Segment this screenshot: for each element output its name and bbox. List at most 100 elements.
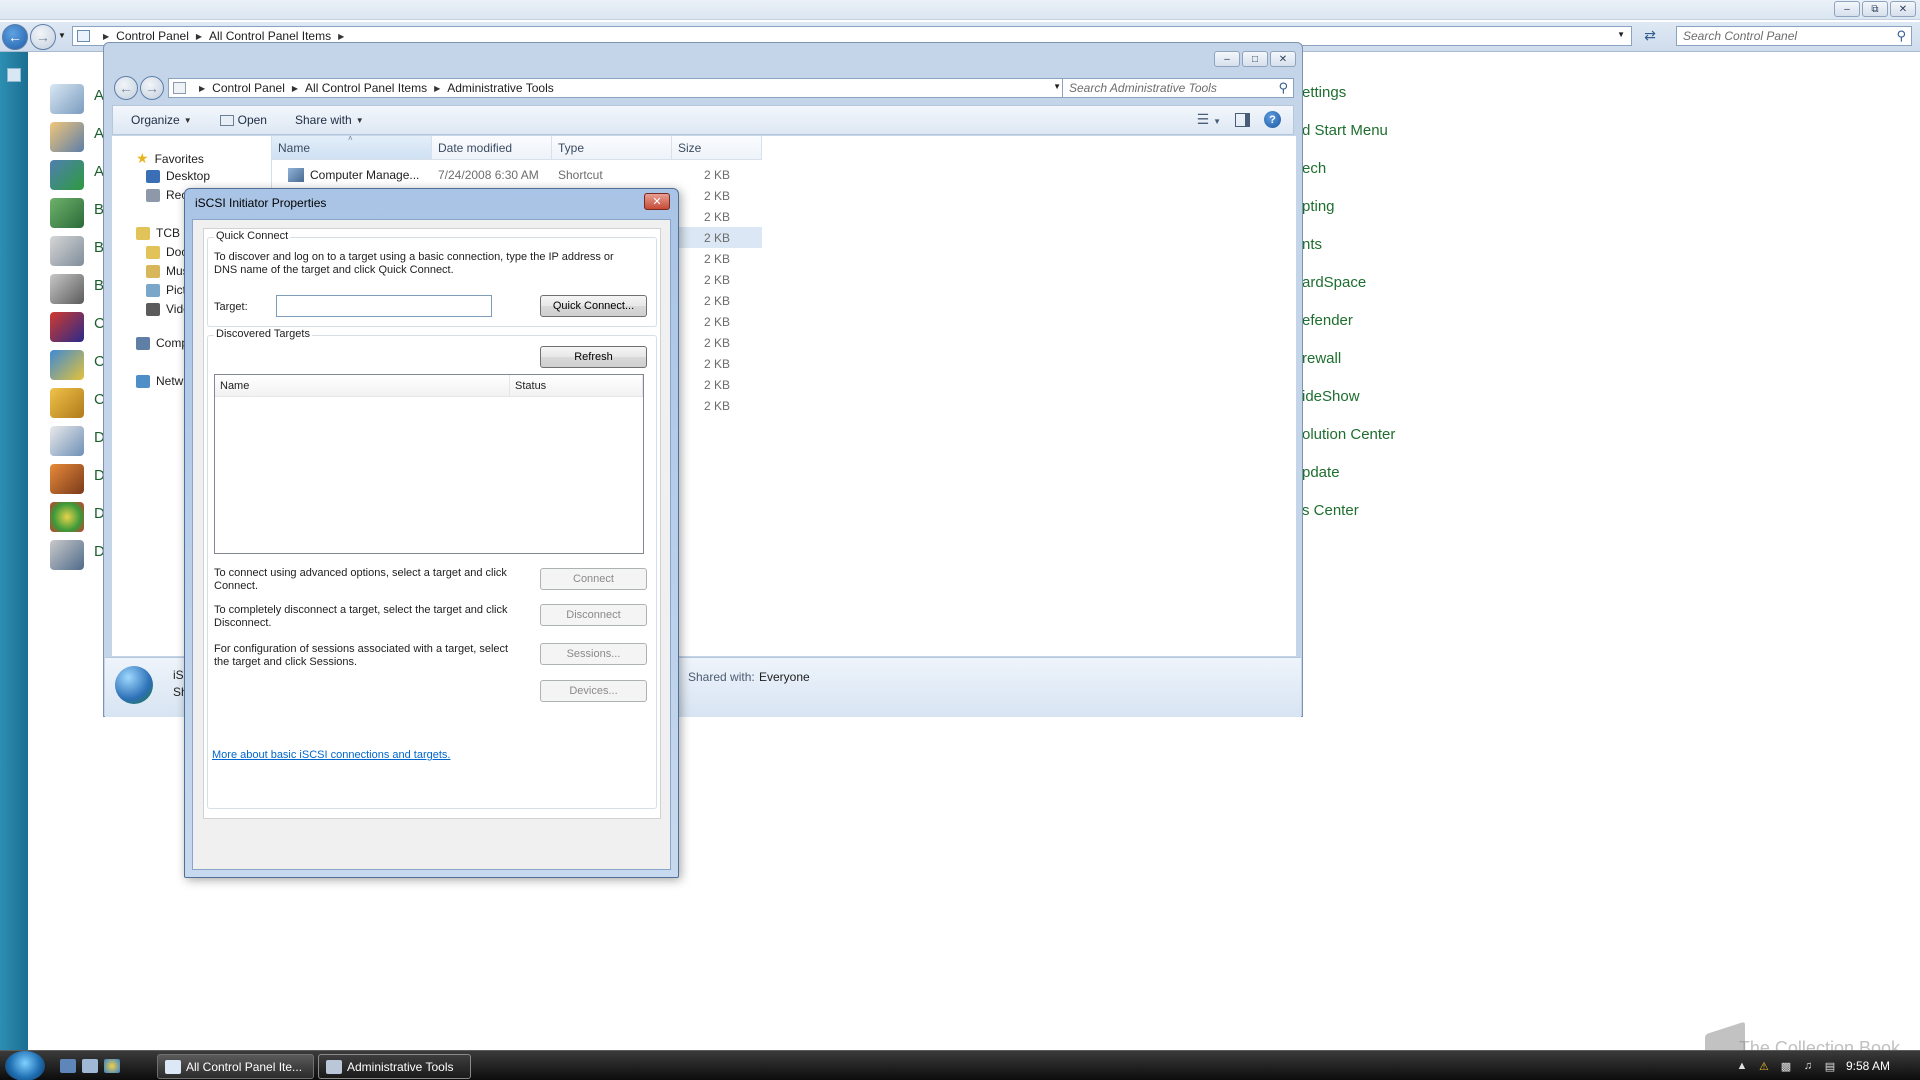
more-about-iscsi-link[interactable]: More about basic iSCSI connections and t… — [212, 749, 450, 761]
column-header-name[interactable]: Name ˄ — [272, 134, 432, 160]
clock[interactable]: 9:58 AM — [1846, 1059, 1890, 1073]
date-time-icon[interactable] — [50, 426, 84, 456]
column-header-type[interactable]: Type — [552, 136, 672, 160]
file-row[interactable]: Computer Manage... 7/24/2008 6:30 AM Sho… — [272, 164, 762, 185]
breadcrumb-administrative-tools[interactable]: Administrative Tools — [447, 81, 554, 95]
refresh-button[interactable]: Refresh — [540, 346, 647, 368]
open-button[interactable]: Open — [219, 113, 267, 127]
power-icon[interactable]: ▤ — [1824, 1060, 1836, 1073]
cp-link-settings[interactable]: ettings — [1302, 84, 1346, 101]
share-with-button[interactable]: Share with ▼ — [295, 113, 364, 127]
connect-button[interactable]: Connect — [540, 568, 647, 590]
taskbar-button-administrative-tools[interactable]: Administrative Tools — [318, 1054, 471, 1079]
devices-button[interactable]: Devices... — [540, 680, 647, 702]
target-input[interactable] — [276, 295, 492, 317]
help-icon[interactable]: ? — [1264, 111, 1281, 128]
search-icon[interactable]: ⚲ — [1278, 80, 1288, 96]
cp-link-sync-center[interactable]: s Center — [1302, 502, 1359, 519]
views-icon[interactable]: ☰ ▼ — [1197, 111, 1221, 128]
biometric-icon[interactable] — [50, 236, 84, 266]
device-manager-icon[interactable] — [50, 540, 84, 570]
address-dropdown-icon[interactable]: ▼ — [1617, 30, 1625, 39]
search-icon[interactable]: ⚲ — [1896, 28, 1906, 44]
bluetooth-icon[interactable] — [50, 274, 84, 304]
backup-icon[interactable] — [50, 198, 84, 228]
control-panel-search-input[interactable]: Search Control Panel ⚲ — [1676, 26, 1912, 46]
accounts-icon[interactable] — [50, 122, 84, 152]
breadcrumb-control-panel[interactable]: Control Panel — [116, 29, 189, 43]
column-header-name[interactable]: Name — [215, 375, 510, 397]
show-desktop-icon[interactable] — [60, 1059, 76, 1073]
autoplay-icon[interactable] — [50, 160, 84, 190]
minimize-button[interactable]: – — [1834, 1, 1860, 17]
close-button[interactable]: ✕ — [1270, 51, 1296, 67]
column-header-date[interactable]: Date modified — [432, 136, 552, 160]
recent-pages-chevron-icon[interactable]: ▼ — [58, 31, 66, 40]
column-header-status[interactable]: Status — [510, 375, 643, 397]
show-hidden-icons-chevron-icon[interactable]: ▲ — [1736, 1060, 1748, 1072]
nav-favorites[interactable]: ★ Favorites — [136, 150, 204, 167]
minimize-button[interactable]: – — [1214, 51, 1240, 67]
close-button[interactable]: ✕ — [1890, 1, 1916, 17]
refresh-icon[interactable]: ⇄ — [1638, 27, 1662, 47]
breadcrumb-all-items[interactable]: All Control Panel Items — [209, 29, 331, 43]
cp-link-solution-center[interactable]: olution Center — [1302, 426, 1395, 443]
disconnect-button[interactable]: Disconnect — [540, 604, 647, 626]
nav-pictures[interactable]: Pict — [146, 283, 186, 297]
file-name: Computer Manage... — [310, 168, 420, 182]
security-alert-icon[interactable]: ⚠ — [1758, 1060, 1770, 1073]
taskbar-button-control-panel[interactable]: All Control Panel Ite... — [157, 1054, 314, 1079]
default-programs-icon[interactable] — [50, 464, 84, 494]
breadcrumb-all-items[interactable]: All Control Panel Items — [305, 81, 427, 95]
color-management-icon[interactable] — [50, 312, 84, 342]
computer-icon[interactable] — [50, 350, 84, 380]
volume-icon[interactable]: ♫ — [1802, 1060, 1814, 1072]
action-center-icon[interactable] — [50, 84, 84, 114]
cp-link-update[interactable]: pdate — [1302, 464, 1340, 481]
search-magnifier-icon[interactable] — [50, 388, 84, 418]
network-icon[interactable]: ▩ — [1780, 1060, 1792, 1073]
quick-connect-button[interactable]: Quick Connect... — [540, 295, 647, 317]
forward-button[interactable]: → — [30, 24, 56, 50]
explorer-search-input[interactable]: Search Administrative Tools ⚲ — [1062, 78, 1294, 98]
back-button[interactable]: ← — [114, 76, 138, 100]
nav-desktop[interactable]: Desktop — [146, 169, 210, 183]
cp-link-slideshow[interactable]: ideShow — [1302, 388, 1360, 405]
explorer-address-box[interactable]: ▶ Control Panel ▶ All Control Panel Item… — [168, 78, 1068, 98]
address-dropdown-icon[interactable]: ▼ — [1053, 82, 1061, 91]
back-button[interactable]: ← — [2, 24, 28, 50]
discovered-targets-list[interactable]: Name Status — [214, 374, 644, 554]
cp-link-firewall[interactable]: rewall — [1302, 350, 1341, 367]
restore-button[interactable]: ⧉ — [1862, 1, 1888, 17]
cp-link-speech[interactable]: ech — [1302, 160, 1326, 177]
cp-link-fonts[interactable]: nts — [1302, 236, 1322, 253]
organize-button[interactable]: Organize ▼ — [131, 113, 192, 127]
column-header-size[interactable]: Size — [672, 136, 762, 160]
cp-link-scripting[interactable]: pting — [1302, 198, 1335, 215]
internet-explorer-icon[interactable] — [104, 1059, 120, 1073]
selected-row[interactable]: 2 KB — [672, 227, 762, 248]
switch-windows-icon[interactable] — [82, 1059, 98, 1073]
nav-tcb[interactable]: TCB — [136, 226, 180, 240]
cp-link-cardspace[interactable]: ardSpace — [1302, 274, 1366, 291]
maximize-button[interactable]: □ — [1242, 51, 1268, 67]
star-icon: ★ — [136, 150, 149, 166]
cp-link-start-menu[interactable]: d Start Menu — [1302, 122, 1388, 139]
desktop-gadgets-icon[interactable] — [50, 502, 84, 532]
details-name: iS — [173, 668, 184, 682]
disconnect-description: To completely disconnect a target, selec… — [214, 604, 508, 629]
sessions-button[interactable]: Sessions... — [540, 643, 647, 665]
preview-pane-icon[interactable] — [1235, 112, 1250, 127]
start-button[interactable] — [5, 1051, 45, 1080]
nav-documents[interactable]: Doc — [146, 245, 187, 259]
nav-network[interactable]: Netw — [136, 374, 183, 388]
breadcrumb-control-panel[interactable]: Control Panel — [212, 81, 285, 95]
nav-computer[interactable]: Comp — [136, 336, 188, 350]
nav-music[interactable]: Mus — [146, 264, 189, 278]
file-size: 2 KB — [704, 273, 731, 287]
task-pane-icon[interactable] — [7, 68, 21, 82]
dialog-close-button[interactable]: ✕ — [644, 193, 670, 210]
cp-link-defender[interactable]: efender — [1302, 312, 1353, 329]
forward-button[interactable]: → — [140, 76, 164, 100]
nav-recent[interactable]: Rec — [146, 188, 187, 202]
